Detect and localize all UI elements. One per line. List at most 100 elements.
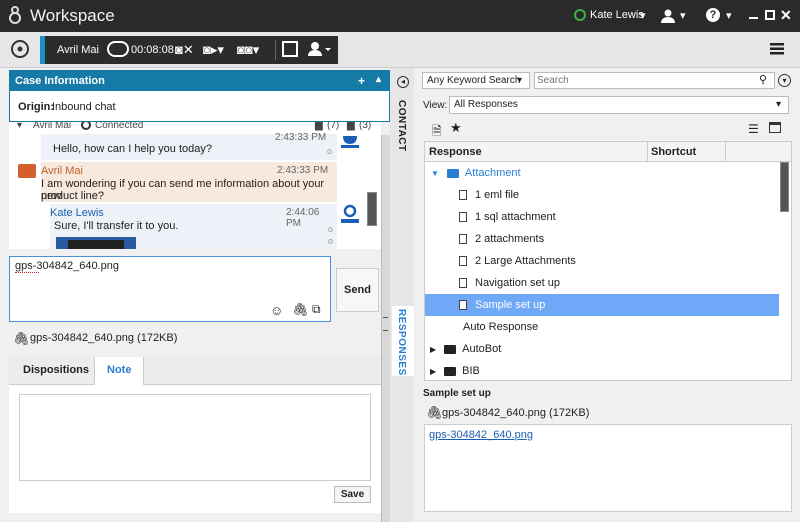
folder-count-icon[interactable]: ▆	[315, 122, 323, 131]
splitter[interactable]	[381, 135, 390, 522]
tab-responses-label: RESPONSES	[396, 309, 407, 376]
tree-item[interactable]: 1 eml file	[425, 184, 779, 206]
agent-status-icon[interactable]	[660, 8, 676, 27]
tree-item[interactable]: 2 attachments	[425, 228, 779, 250]
emoji-icon[interactable]: ☺	[270, 303, 283, 318]
tree-item[interactable]: 1 sql attachment	[425, 206, 779, 228]
search-icon[interactable]: ⚲	[759, 73, 767, 86]
chat-transcript: ▾ Avril Mai Connected ▆ (7) ▆ (3) 2:43:3…	[9, 122, 381, 249]
close-icon[interactable]: ✕	[780, 7, 792, 24]
tree-item[interactable]: 2 Large Attachments	[425, 250, 779, 272]
tree-folder-attachment[interactable]: ▼ Attachment	[425, 162, 779, 184]
paperclip-icon[interactable]: 🖇	[292, 302, 309, 318]
caret-right-icon[interactable]: ▶	[430, 345, 436, 354]
tree-folder[interactable]: ▶ BIB	[425, 360, 779, 382]
insert-response-icon[interactable]: ⧉	[312, 302, 321, 317]
chat-scrollbar[interactable]	[367, 192, 377, 226]
user-menu[interactable]: Kate Lewis	[590, 9, 644, 21]
chevron-down-icon[interactable]: ▾	[680, 9, 686, 22]
tree-folder[interactable]: Auto Response	[425, 316, 779, 338]
add-to-favorites-doc-icon[interactable]: 🗎	[432, 122, 442, 143]
tree-item-selected[interactable]: Sample set up	[425, 294, 779, 316]
chat-message: Avril Mai 2:43:33 PM I am wondering if y…	[41, 162, 337, 202]
splitter-handle-icon[interactable]	[383, 317, 388, 331]
tree-item-label: Sample set up	[475, 299, 546, 311]
doc-count-icon[interactable]: ▆	[347, 122, 355, 131]
message-time: 2:43:33 PM	[277, 165, 329, 176]
case-info-header[interactable]: Case Information + ▴	[10, 71, 389, 91]
preview-attachment[interactable]: gps-304842_640.png (172KB)	[442, 407, 589, 419]
document-icon	[459, 300, 467, 310]
app-title: Workspace	[30, 6, 115, 25]
view-dropdown[interactable]: All Responses ▾	[449, 96, 789, 114]
help-icon[interactable]: ?	[706, 8, 720, 22]
preview-link[interactable]: gps-304842_640.png	[429, 429, 533, 441]
global-channel-icon[interactable]	[11, 40, 29, 58]
tab-note-label: Note	[107, 364, 132, 376]
send-button[interactable]: Send	[336, 268, 379, 312]
customer-card-icon	[18, 164, 36, 178]
tab-responses[interactable]: RESPONSES	[392, 306, 414, 376]
collapse-icon[interactable]: ▴	[376, 74, 381, 85]
chevron-down-icon[interactable]: ▾	[726, 9, 732, 22]
tree-item[interactable]: Navigation set up	[425, 272, 779, 294]
message-time: 2:43:33 PM	[275, 132, 327, 143]
divider	[647, 142, 648, 162]
origin-label: Origin:	[18, 101, 55, 113]
caret-down-icon[interactable]: ▼	[431, 169, 439, 178]
column-shortcut[interactable]: Shortcut	[651, 146, 696, 158]
folder-label: Auto Response	[463, 321, 539, 333]
save-button[interactable]: Save	[334, 486, 371, 503]
tree-folder[interactable]: ▶ AutoBot	[425, 338, 779, 360]
list-view-icon[interactable]: ☰	[748, 122, 759, 136]
table-scrollbar[interactable]	[780, 162, 789, 212]
attachment-name[interactable]: gps-304842_640.png (172KB)	[30, 332, 177, 344]
read-status-icon: o	[328, 236, 334, 246]
favorite-star-icon[interactable]: ★	[450, 120, 462, 136]
minimize-icon[interactable]	[749, 17, 758, 19]
origin-value: Inbound chat	[52, 101, 116, 113]
collapse-left-icon[interactable]: ◂	[397, 76, 409, 88]
divider	[725, 142, 726, 162]
add-icon[interactable]: +	[358, 74, 365, 88]
transfer-chat-icon[interactable]: ◙▸▾	[203, 42, 224, 58]
message-text: Hello, how can I help you today?	[53, 143, 212, 155]
callbar-contact[interactable]: Avril Mai	[57, 44, 99, 56]
maximize-icon[interactable]	[765, 10, 775, 20]
hamburger-menu-icon[interactable]	[770, 43, 784, 58]
party-action-icon[interactable]	[307, 41, 333, 60]
tab-dispositions[interactable]: Dispositions	[23, 364, 89, 376]
folder-icon	[444, 366, 457, 376]
schedule-callback-icon[interactable]	[282, 41, 298, 57]
note-textarea[interactable]	[19, 394, 371, 481]
view-value: All Responses	[454, 99, 518, 110]
search-input[interactable]	[537, 74, 755, 87]
chevron-down-icon: ▾	[776, 99, 782, 110]
tree-item-label: Navigation set up	[475, 277, 560, 289]
search-mode-dropdown[interactable]: Any Keyword Search ▾	[422, 72, 530, 89]
read-status-icon: o	[327, 146, 333, 156]
view-label: View:	[423, 100, 448, 111]
expand-menu-icon[interactable]: ▾	[778, 74, 791, 87]
image-thumbnail[interactable]	[56, 237, 136, 249]
conference-chat-icon[interactable]: ◙◙▾	[237, 42, 259, 58]
image-content	[68, 240, 124, 249]
tab-note[interactable]: Note	[94, 357, 144, 385]
tree-item-label: 2 attachments	[475, 233, 545, 245]
chat-compose-field[interactable]: gps-304842_640.png ☺ 🖇 ⧉	[9, 256, 331, 322]
folder-label: BIB	[462, 365, 480, 377]
column-response[interactable]: Response	[429, 146, 482, 158]
document-icon	[459, 278, 467, 288]
window-view-icon[interactable]	[769, 122, 781, 133]
interaction-bar: Avril Mai 00:08:08 ◙✕ ◙▸▾ ◙◙▾	[40, 36, 338, 64]
paperclip-icon: 🖇	[426, 405, 443, 420]
tab-contact[interactable]: CONTACT	[396, 100, 407, 152]
chevron-down-icon[interactable]: ▾	[640, 9, 646, 22]
chevron-down-icon[interactable]: ▾	[17, 122, 22, 131]
agent-avatar-icon	[341, 204, 359, 227]
caret-right-icon[interactable]: ▶	[430, 367, 436, 376]
end-chat-icon[interactable]: ◙✕	[175, 42, 194, 58]
agent-avatar-icon	[341, 134, 359, 151]
tab-bar: Dispositions Note	[9, 357, 381, 385]
status-ready-icon[interactable]	[574, 9, 586, 21]
